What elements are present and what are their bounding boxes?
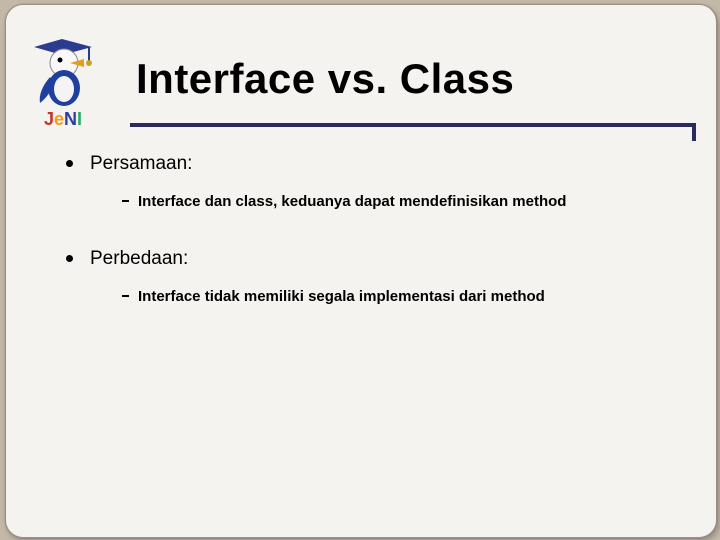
bullet-dash-icon	[122, 200, 129, 202]
svg-text:JeNI: JeNI	[44, 109, 82, 128]
slide-outer: JeNI Interface vs. Class Persamaan: Inte…	[0, 0, 720, 540]
bullet-item: Persamaan:	[66, 153, 661, 175]
sub-bullet-label: Interface dan class, keduanya dapat mend…	[138, 193, 566, 210]
bullet-dash-icon	[122, 295, 129, 297]
jeni-logo: JeNI	[34, 33, 106, 128]
bullet-label: Perbedaan:	[90, 248, 188, 269]
bullet-item: Perbedaan:	[66, 248, 661, 270]
slide-title: Interface vs. Class	[136, 55, 514, 103]
title-underline	[134, 123, 696, 127]
slide-body: Persamaan: Interface dan class, keduanya…	[66, 153, 661, 343]
bullet-label: Persamaan:	[90, 153, 192, 174]
slide-frame: JeNI Interface vs. Class Persamaan: Inte…	[5, 4, 717, 538]
sub-bullet-item: Interface tidak memiliki segala implemen…	[66, 288, 661, 305]
sub-bullet-label: Interface tidak memiliki segala implemen…	[138, 288, 545, 305]
bullet-disc-icon	[66, 160, 73, 167]
sub-bullet-item: Interface dan class, keduanya dapat mend…	[66, 193, 661, 210]
bullet-disc-icon	[66, 255, 73, 262]
